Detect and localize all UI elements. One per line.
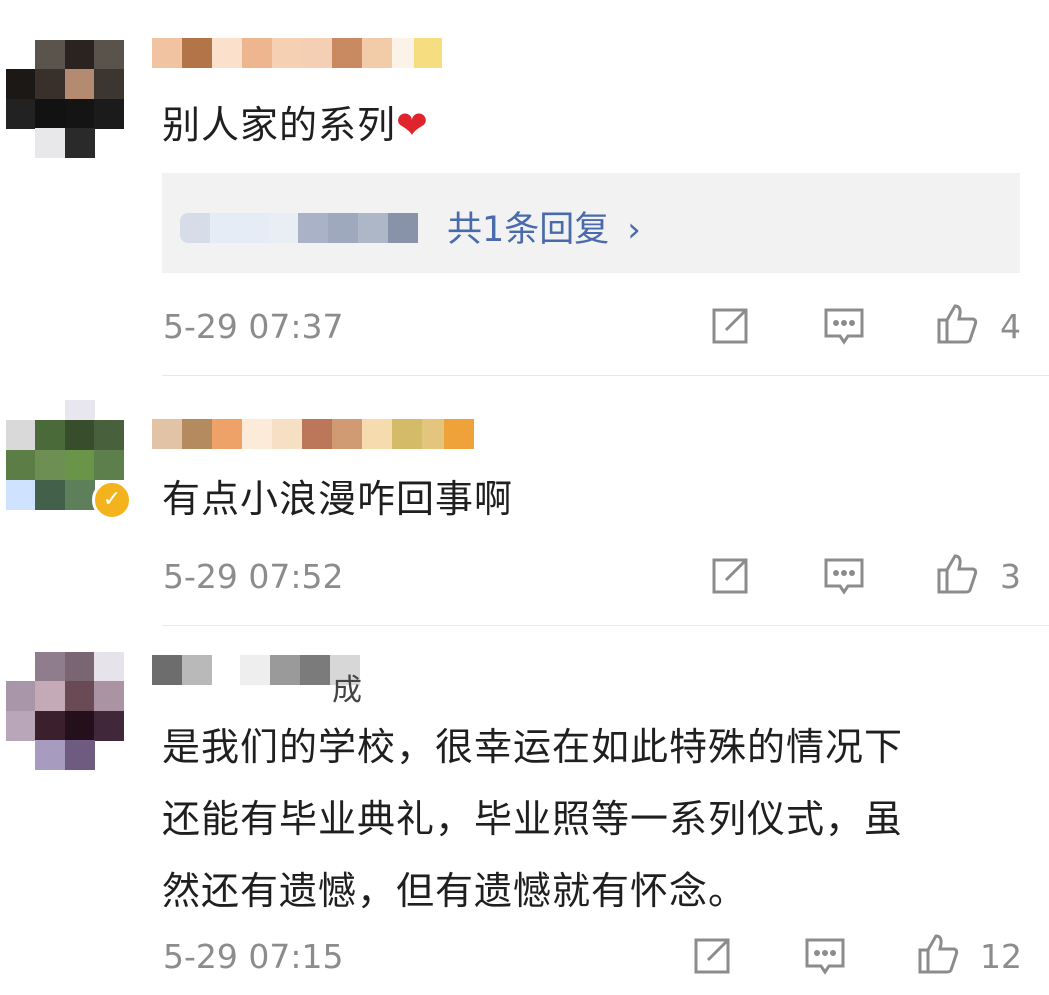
comment-item: 成 是我们的学校，很幸运在如此特殊的情况下 还能有毕业典礼，毕业照等一系列仪式，… [0,0,1049,995]
comment-text-line: 还能有毕业典礼，毕业照等一系列仪式，虽 [162,797,904,841]
like-count: 12 [980,937,1022,976]
like-icon[interactable] [916,932,960,976]
comment-text-line: 然还有遗憾，但有遗憾就有怀念。 [162,869,748,913]
avatar[interactable] [6,652,124,770]
comment-icon[interactable] [803,934,847,978]
comment-text-line: 是我们的学校，很幸运在如此特殊的情况下 [162,725,904,769]
comment-text: 是我们的学校，很幸运在如此特殊的情况下 还能有毕业典礼，毕业照等一系列仪式，虽 … [162,718,1042,920]
comment-timestamp: 5-29 07:15 [163,937,344,976]
share-icon[interactable] [690,934,734,978]
username-suffix: 成 [332,673,362,708]
